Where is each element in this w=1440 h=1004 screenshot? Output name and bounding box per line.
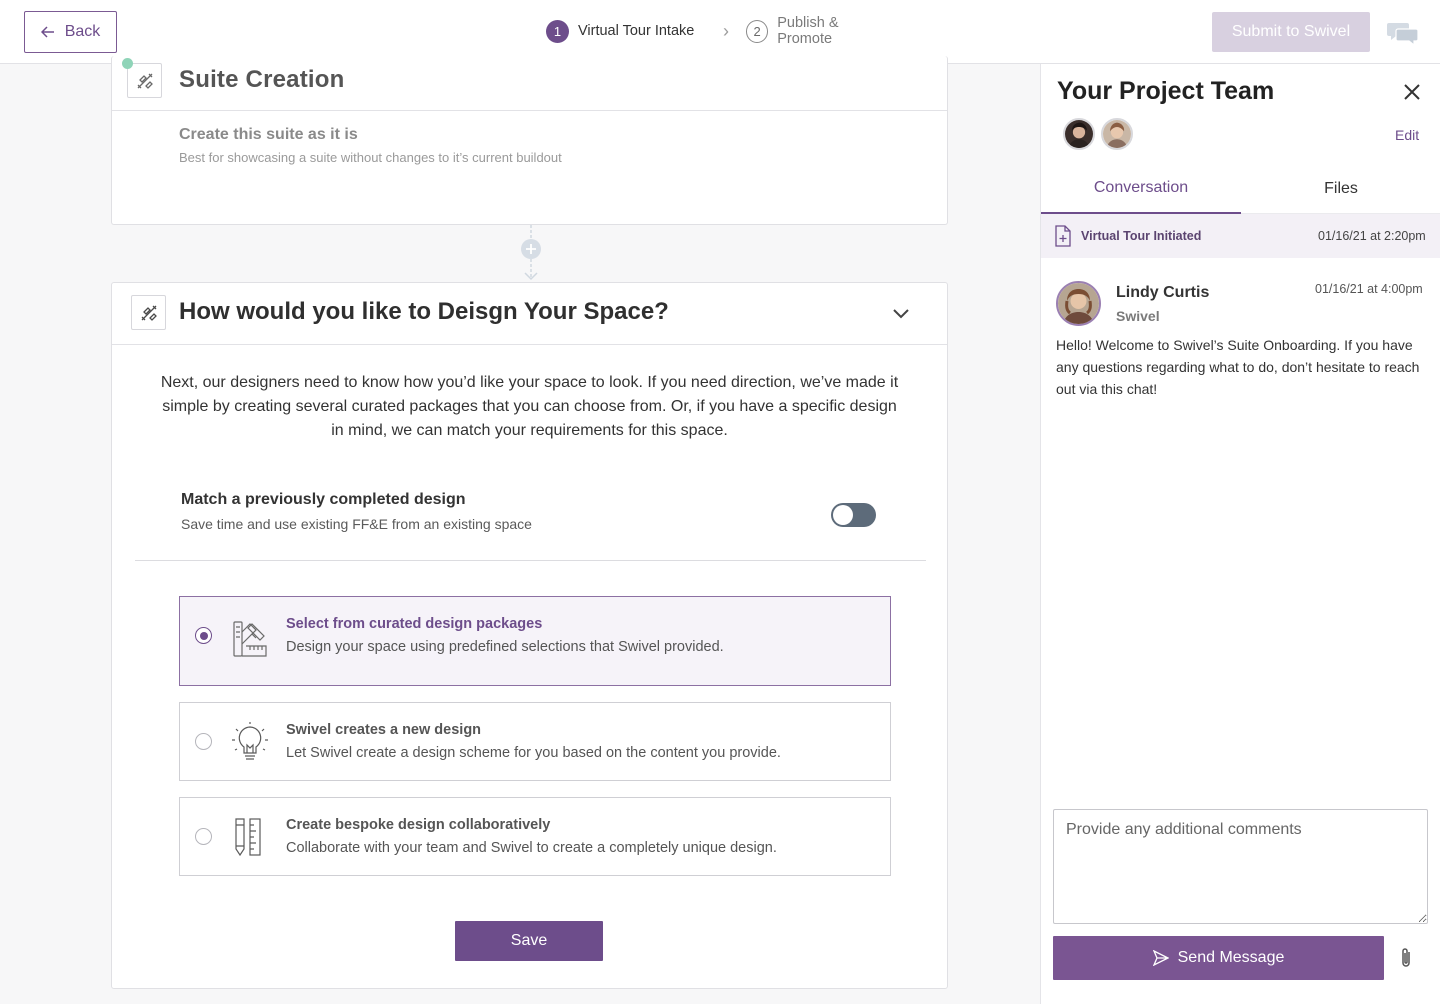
design-space-header: How would you like to Deisgn Your Space? (112, 283, 947, 345)
design-tools-icon (131, 295, 166, 330)
comment-input[interactable] (1053, 809, 1428, 924)
message-sender-org: Swivel (1116, 308, 1160, 324)
back-label: Back (64, 23, 101, 40)
avatar[interactable] (1101, 118, 1133, 150)
step-connector-icon (521, 225, 541, 281)
send-message-button[interactable]: Send Message (1053, 936, 1384, 980)
back-button[interactable]: Back (24, 11, 117, 53)
match-design-toggle[interactable] (831, 503, 876, 527)
match-design-subtitle: Save time and use existing FF&E from an … (181, 516, 532, 532)
message-sender-name: Lindy Curtis (1116, 284, 1210, 301)
status-dot (122, 58, 133, 69)
document-add-icon (1055, 225, 1071, 247)
suite-creation-title: Suite Creation (179, 66, 345, 93)
close-icon[interactable] (1402, 82, 1422, 102)
suite-creation-card: Suite Creation Create this suite as it i… (111, 56, 948, 225)
design-space-title: How would you like to Deisgn Your Space? (179, 298, 669, 325)
step-number: 1 (546, 19, 569, 43)
design-intro-text: Next, our designers need to know how you… (160, 374, 899, 439)
chevron-down-icon[interactable] (892, 308, 910, 320)
step-label: Publish & Promote (777, 15, 839, 47)
chevron-right-icon: › (723, 20, 729, 41)
design-tools-icon (127, 63, 162, 98)
tab-files[interactable]: Files (1241, 164, 1440, 214)
tab-conversation[interactable]: Conversation (1041, 164, 1241, 214)
project-team-panel: Your Project Team Edit Conversation File… (1040, 64, 1440, 1004)
palette-ruler-icon (233, 621, 267, 657)
arrow-left-icon (40, 26, 54, 38)
lightbulb-icon (232, 722, 268, 760)
edit-team-link[interactable]: Edit (1395, 127, 1419, 143)
divider (135, 560, 926, 561)
event-row: Virtual Tour Initiated 01/16/21 at 2:20p… (1041, 214, 1440, 258)
option-subtitle: Collaborate with your team and Swivel to… (286, 840, 777, 856)
suite-creation-header: Suite Creation (112, 56, 947, 111)
message-body: Hello! Welcome to Swivel’s Suite Onboard… (1056, 337, 1420, 397)
radio-button[interactable] (195, 828, 212, 845)
option-title: Create bespoke design collaboratively (286, 817, 551, 833)
suite-choice-subtitle: Best for showcasing a suite without chan… (179, 150, 562, 165)
avatar (1056, 281, 1101, 326)
option-subtitle: Let Swivel create a design scheme for yo… (286, 745, 781, 761)
save-button[interactable]: Save (455, 921, 603, 961)
message-timestamp: 01/16/21 at 4:00pm (1315, 282, 1423, 296)
paperclip-icon[interactable] (1398, 946, 1414, 970)
suite-choice-title: Create this suite as it is (179, 126, 358, 143)
step-virtual-tour-intake[interactable]: 1 Virtual Tour Intake (530, 0, 715, 64)
pencil-ruler-icon (235, 818, 261, 857)
progress-steps: 1 Virtual Tour Intake › 2 Publish & Prom… (530, 0, 909, 64)
radio-button[interactable] (195, 733, 212, 750)
option-title: Swivel creates a new design (286, 722, 482, 738)
option-title: Select from curated design packages (286, 616, 543, 632)
toggle-knob (833, 505, 853, 525)
step-label: Virtual Tour Intake (578, 23, 695, 39)
event-label: Virtual Tour Initiated (1081, 229, 1202, 243)
chat-bubbles-icon[interactable] (1386, 20, 1420, 46)
radio-selected-dot (199, 631, 208, 640)
top-bar: Back 1 Virtual Tour Intake › 2 Publish &… (0, 0, 1440, 64)
send-message-label: Send Message (1177, 949, 1285, 966)
step-number: 2 (746, 19, 769, 43)
submit-to-swivel-button[interactable]: Submit to Swivel (1212, 12, 1370, 52)
event-timestamp: 01/16/21 at 2:20pm (1318, 229, 1426, 243)
design-space-card: How would you like to Deisgn Your Space?… (111, 282, 948, 989)
send-icon (1152, 950, 1169, 966)
match-design-title: Match a previously completed design (181, 491, 466, 508)
option-subtitle: Design your space using predefined selec… (286, 639, 724, 655)
panel-title: Your Project Team (1057, 77, 1275, 105)
avatar[interactable] (1063, 118, 1095, 150)
option-swivel-new-design[interactable]: Swivel creates a new design Let Swivel c… (179, 702, 891, 781)
option-bespoke-design[interactable]: Create bespoke design collaboratively Co… (179, 797, 891, 876)
step-publish-promote[interactable]: › 2 Publish & Promote (715, 0, 909, 64)
radio-button[interactable] (195, 627, 212, 644)
option-curated-packages[interactable]: Select from curated design packages Desi… (179, 596, 891, 686)
